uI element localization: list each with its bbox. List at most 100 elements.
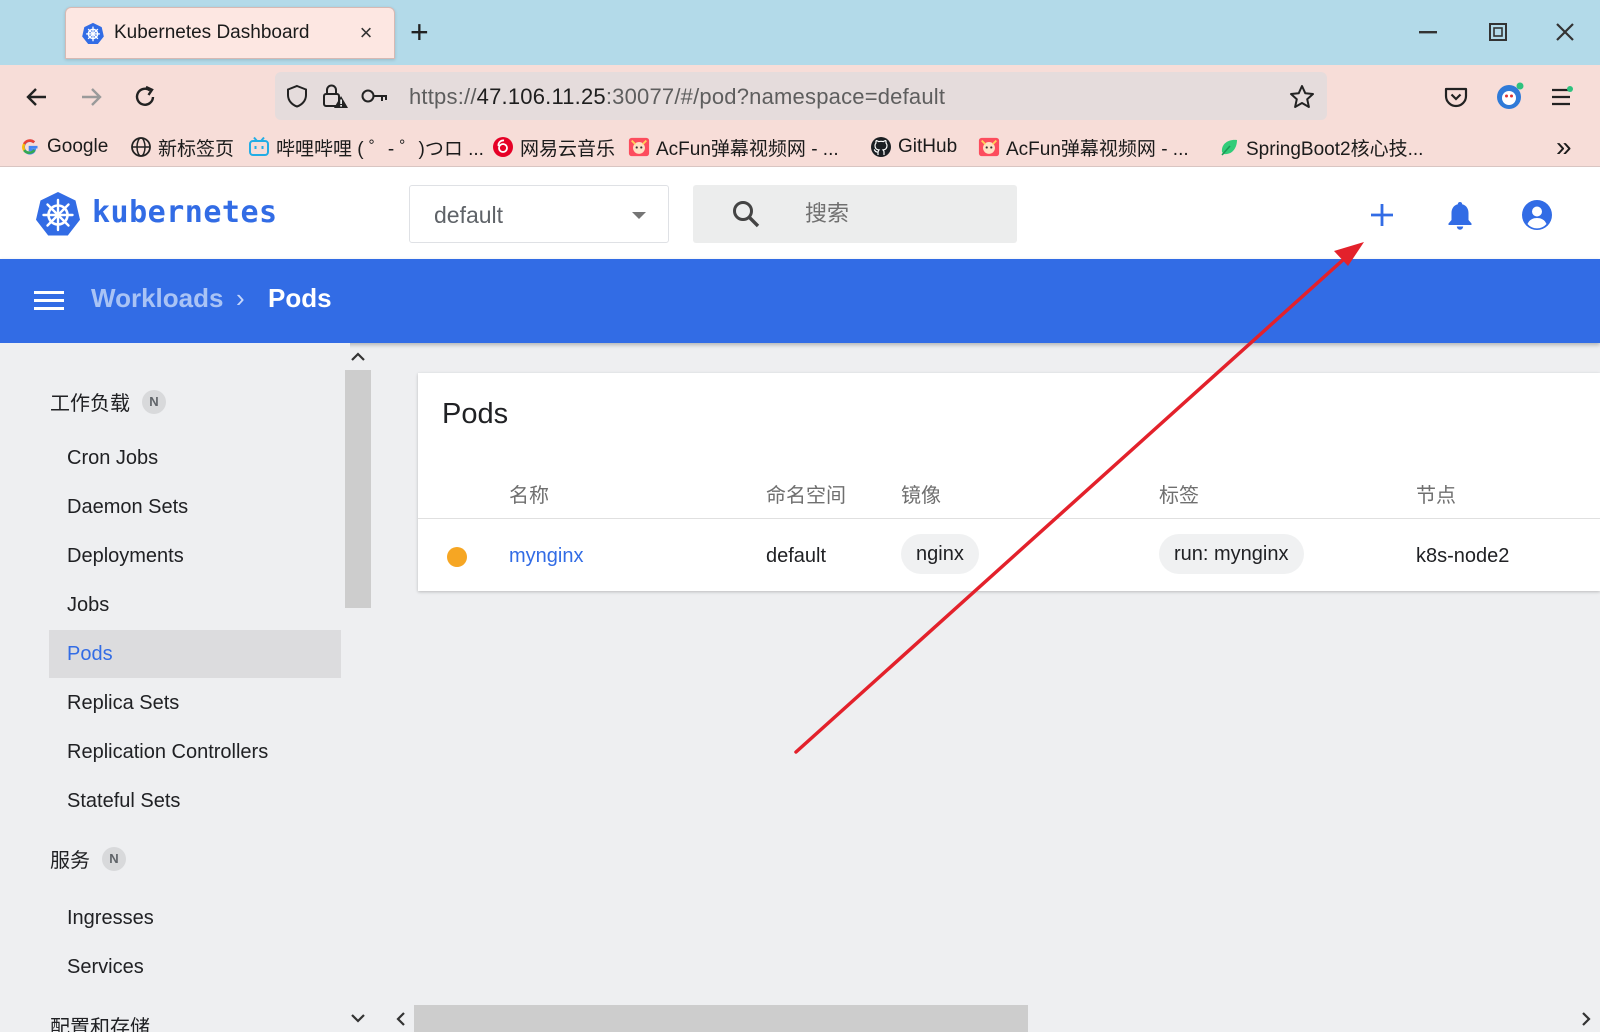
sidebar-item-replica-sets[interactable]: Replica Sets [49, 679, 341, 727]
sidebar-section-workloads[interactable]: 工作负载 N [50, 387, 166, 416]
column-header-image: 镜像 [901, 485, 941, 507]
toggle-sidebar-menu-icon[interactable] [34, 286, 64, 316]
column-header-namespace[interactable]: 命名空间 [766, 479, 846, 508]
pods-card: Pods 名称 命名空间 镜像 标签 节点 mynginx default ng… [418, 373, 1600, 591]
shield-icon[interactable] [285, 84, 309, 108]
scroll-down-icon[interactable] [346, 1006, 370, 1030]
sidebar-item-pods[interactable]: Pods [49, 630, 341, 678]
column-header-node[interactable]: 节点 [1416, 479, 1456, 508]
brand-wordmark[interactable]: kubernetes [92, 195, 278, 230]
breadcrumb-workloads[interactable]: Workloads [91, 283, 223, 314]
bookmark-netease-music[interactable]: 网易云音乐 [492, 133, 615, 161]
pending-status-icon [447, 547, 467, 567]
sidebar-item-replication-controllers[interactable]: Replication Controllers [49, 728, 341, 776]
column-header-name[interactable]: 名称 [509, 479, 549, 508]
forward-button[interactable] [71, 77, 111, 117]
sidebar-item-ingresses[interactable]: Ingresses [49, 894, 341, 942]
back-button[interactable] [17, 77, 57, 117]
browser-tab[interactable]: Kubernetes Dashboard × [65, 7, 395, 59]
bookmark-label: AcFun弹幕视频网 - ... [1006, 138, 1189, 160]
section-title: 服务 [50, 850, 90, 872]
caret-down-icon [632, 212, 646, 219]
new-tab-button[interactable]: + [410, 14, 429, 50]
account-avatar-button[interactable] [1489, 77, 1529, 117]
kubernetes-favicon-icon [82, 22, 104, 44]
close-icon [1556, 23, 1574, 41]
sidebar-section-services[interactable]: 服务 N [50, 844, 126, 873]
acfun-icon [628, 136, 650, 158]
maximize-icon [1489, 23, 1507, 41]
sidebar-item-deployments[interactable]: Deployments [49, 532, 341, 580]
bookmarks-bar: Google 新标签页 哔哩哔哩 ( ゜- ゜)つロ ... 网易云音乐 AcF… [0, 127, 1600, 167]
bookmark-label: AcFun弹幕视频网 - ... [656, 138, 839, 160]
namespaced-badge: N [142, 389, 166, 414]
bookmark-bilibili[interactable]: 哔哩哔哩 ( ゜- ゜)つロ ... [248, 133, 484, 161]
card-title: Pods [442, 398, 509, 430]
bookmark-new-tab[interactable]: 新标签页 [130, 133, 234, 161]
search-box[interactable] [693, 185, 1017, 243]
sidebar-nav: 工作负载 N Cron Jobs Daemon Sets Deployments… [0, 343, 350, 1032]
sidebar-item-cron-jobs[interactable]: Cron Jobs [49, 434, 341, 482]
sidebar-item-services[interactable]: Services [49, 943, 341, 991]
sidebar-item-daemon-sets[interactable]: Daemon Sets [49, 483, 341, 531]
close-window-button[interactable] [1545, 14, 1585, 50]
pod-node: k8s-node2 [1416, 545, 1510, 567]
sidebar-item-jobs[interactable]: Jobs [49, 581, 341, 629]
namespace-value: default [434, 202, 504, 228]
bookmark-star-icon[interactable] [1289, 84, 1315, 110]
sidebar-scrollbar-thumb[interactable] [345, 370, 371, 608]
browser-title-bar: Kubernetes Dashboard × + [0, 0, 1600, 65]
close-tab-icon[interactable]: × [354, 20, 378, 46]
account-circle-icon [1522, 200, 1552, 230]
bookmark-label: GitHub [898, 136, 958, 157]
google-icon [19, 136, 41, 158]
pocket-button[interactable] [1436, 77, 1476, 117]
namespace-select[interactable]: default [409, 185, 669, 243]
bookmark-springboot[interactable]: SpringBoot2核心技... [1218, 133, 1423, 161]
arrow-left-icon [26, 88, 46, 106]
pod-namespace: default [766, 545, 827, 567]
arrow-right-icon [82, 88, 102, 106]
bookmark-github[interactable]: GitHub [870, 133, 957, 161]
bookmark-acfun-1[interactable]: AcFun弹幕视频网 - ... [628, 133, 839, 161]
create-resource-button[interactable] [1360, 193, 1404, 237]
scroll-left-icon[interactable] [389, 1007, 413, 1031]
bookmark-acfun-2[interactable]: AcFun弹幕视频网 - ... [978, 133, 1189, 161]
minimize-window-button[interactable] [1408, 14, 1448, 50]
pod-name-link[interactable]: mynginx [509, 545, 583, 568]
label-chip: run: mynginx [1159, 534, 1304, 574]
search-input[interactable] [803, 197, 993, 231]
url-text[interactable]: https://47.106.11.25:30077/#/pod?namespa… [409, 84, 945, 110]
bilibili-icon [248, 136, 270, 158]
sidebar-item-stateful-sets[interactable]: Stateful Sets [49, 777, 341, 825]
bookmark-label: Google [47, 136, 109, 157]
browser-nav-bar: https://47.106.11.25:30077/#/pod?namespa… [0, 65, 1600, 127]
notifications-button[interactable] [1438, 193, 1482, 237]
breadcrumb-current-pods: Pods [268, 283, 332, 313]
bookmark-google[interactable]: Google [19, 133, 108, 161]
kubernetes-logo-icon[interactable] [35, 191, 81, 237]
bookmarks-overflow-button[interactable]: » [1556, 131, 1572, 162]
reload-button[interactable] [125, 77, 165, 117]
maximize-window-button[interactable] [1478, 14, 1518, 50]
bookmark-label: 新标签页 [158, 138, 235, 160]
app-menu-button[interactable] [1541, 77, 1581, 117]
scroll-right-icon[interactable] [1574, 1007, 1598, 1031]
namespaced-badge: N [102, 846, 126, 871]
image-chip: nginx [901, 534, 979, 574]
url-path: :30077/#/pod?namespace=default [605, 84, 946, 109]
key-icon[interactable] [361, 86, 389, 106]
content-scrollbar-thumb[interactable] [414, 1005, 1028, 1032]
pocket-icon [1444, 87, 1468, 108]
breadcrumb-separator-icon: › [236, 283, 245, 313]
dashboard-header: kubernetes default [0, 167, 1600, 259]
bookmark-label: 哔哩哔哩 ( ゜- ゜)つロ ... [276, 138, 484, 160]
hamburger-menu-icon [1552, 86, 1573, 106]
address-bar[interactable]: https://47.106.11.25:30077/#/pod?namespa… [275, 72, 1327, 120]
url-host: 47.106.11.25 [476, 84, 606, 109]
scroll-up-icon[interactable] [346, 345, 370, 369]
insecure-lock-icon[interactable] [321, 83, 349, 109]
sidebar-section-config-storage[interactable]: 配置和存储 [50, 1011, 150, 1032]
user-account-button[interactable] [1515, 193, 1559, 237]
github-icon [870, 136, 892, 158]
